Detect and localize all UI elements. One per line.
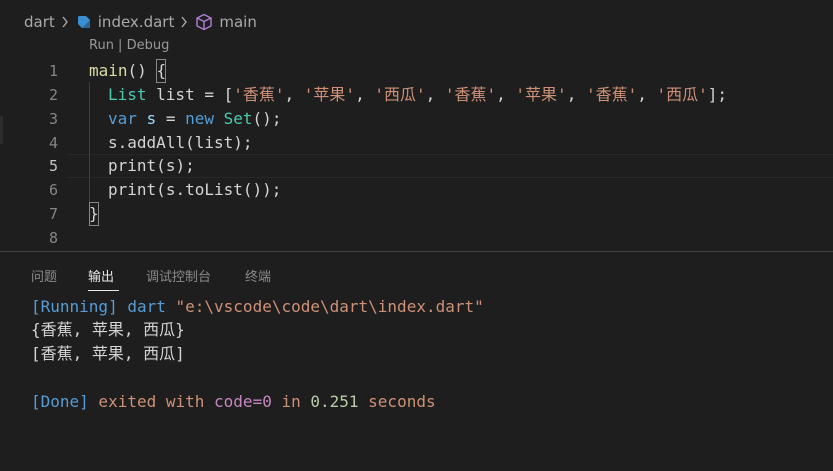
output-line: {香蕉, 苹果, 西瓜}	[31, 320, 185, 339]
function-name: print	[108, 156, 157, 175]
matched-brace: }	[89, 202, 99, 226]
code-token: (	[156, 180, 166, 199]
code-token: s	[165, 180, 176, 199]
line-number: 3	[48, 110, 58, 128]
line-number: 7	[48, 205, 58, 223]
code-token: );	[175, 156, 195, 175]
string-literal: '苹果'	[515, 85, 567, 104]
keyword: new	[185, 109, 214, 128]
output-text: exited with	[88, 392, 215, 411]
dart-file-icon	[76, 14, 92, 30]
output-line-running: [Running] dart "e:\vscode\code\dart\inde…	[31, 295, 484, 318]
string-literal: '香蕉'	[444, 85, 497, 104]
code-token: ()	[127, 61, 157, 80]
panel-tabs: 问题 输出 调试控制台 终端	[0, 252, 833, 296]
line-number: 8	[48, 229, 58, 247]
string-literal: '香蕉'	[585, 85, 638, 104]
line-number: 6	[48, 181, 58, 199]
variable: s	[146, 109, 157, 128]
code-token: (	[156, 156, 166, 175]
method-name: toList	[185, 180, 243, 199]
cube-method-icon	[195, 13, 213, 31]
code-token: ,	[566, 85, 586, 104]
code-line-3[interactable]: var s = new Set();	[108, 107, 281, 131]
output-text: seconds	[358, 392, 436, 411]
output-path: "e:\vscode\code\dart\index.dart"	[175, 297, 484, 316]
editor-area[interactable]: dart index.dart main Run | Debug 1 2 3 4…	[0, 0, 833, 251]
breadcrumb-symbol[interactable]: main	[219, 13, 256, 31]
code-token: ());	[242, 180, 282, 199]
code-token: s	[108, 133, 118, 152]
code-token: ,	[496, 85, 516, 104]
code-token: =	[156, 109, 186, 128]
codelens-run-debug[interactable]: Run | Debug	[89, 38, 169, 53]
code-token: .	[117, 133, 128, 152]
line-number: 4	[48, 134, 58, 152]
chevron-right-icon	[180, 16, 188, 28]
output-text: dart	[117, 297, 176, 316]
bottom-panel: 问题 输出 调试控制台 终端 [Running] dart "e:\vscode…	[0, 251, 833, 471]
code-line-7[interactable]: }	[89, 202, 99, 226]
indent-guide	[89, 82, 90, 202]
line-number: 1	[48, 62, 58, 80]
keyword: var	[108, 109, 137, 128]
method-name: addAll	[127, 133, 186, 152]
code-line-4[interactable]: s.addAll(list);	[108, 131, 253, 155]
code-token: ,	[425, 85, 445, 104]
breadcrumb-folder[interactable]: dart	[24, 13, 55, 31]
active-tab-indicator	[88, 290, 119, 291]
class-name: Set	[223, 109, 253, 128]
code-token: List	[108, 85, 147, 104]
string-literal: '苹果'	[303, 85, 356, 104]
code-line-5[interactable]: print(s);	[108, 154, 195, 178]
output-time: 0.251	[310, 392, 359, 411]
code-line-2[interactable]: List list = ['香蕉', '苹果', '西瓜', '香蕉', '苹果…	[108, 83, 727, 107]
code-token: ,	[355, 85, 375, 104]
breadcrumb-file[interactable]: index.dart	[98, 13, 175, 31]
tab-problems[interactable]: 问题	[31, 266, 57, 285]
code-token: .	[175, 180, 186, 199]
output-line: [香蕉, 苹果, 西瓜]	[31, 344, 185, 363]
output-text: in	[271, 392, 311, 411]
output-line-done: [Done] exited with code=0 in 0.251 secon…	[31, 390, 436, 413]
code-token: ];	[707, 85, 728, 104]
code-line-6[interactable]: print(s.toList());	[108, 178, 281, 202]
chevron-right-icon	[61, 16, 69, 28]
code-token: ,	[637, 85, 657, 104]
code-token: (list);	[185, 133, 253, 152]
string-literal: '西瓜'	[374, 85, 426, 104]
line-number-active: 5	[48, 157, 58, 175]
function-name: print	[108, 180, 157, 199]
tab-terminal[interactable]: 终端	[245, 266, 271, 285]
code-line-1[interactable]: main() {	[89, 59, 167, 83]
tab-debug-console[interactable]: 调试控制台	[146, 266, 211, 285]
code-token: ();	[252, 109, 282, 128]
output-tag: [Done]	[31, 392, 89, 411]
line-number: 2	[48, 86, 58, 104]
string-literal: '香蕉'	[233, 85, 285, 104]
function-name: main	[89, 61, 128, 80]
code-token: ,	[284, 85, 304, 104]
string-literal: '西瓜'	[656, 85, 708, 104]
code-token: list = [	[146, 85, 234, 104]
tab-output[interactable]: 输出	[88, 266, 114, 285]
code-token: s	[165, 156, 176, 175]
output-tag: [Running]	[31, 297, 118, 316]
matched-brace: {	[156, 59, 167, 83]
output-code: code=0	[214, 392, 272, 411]
